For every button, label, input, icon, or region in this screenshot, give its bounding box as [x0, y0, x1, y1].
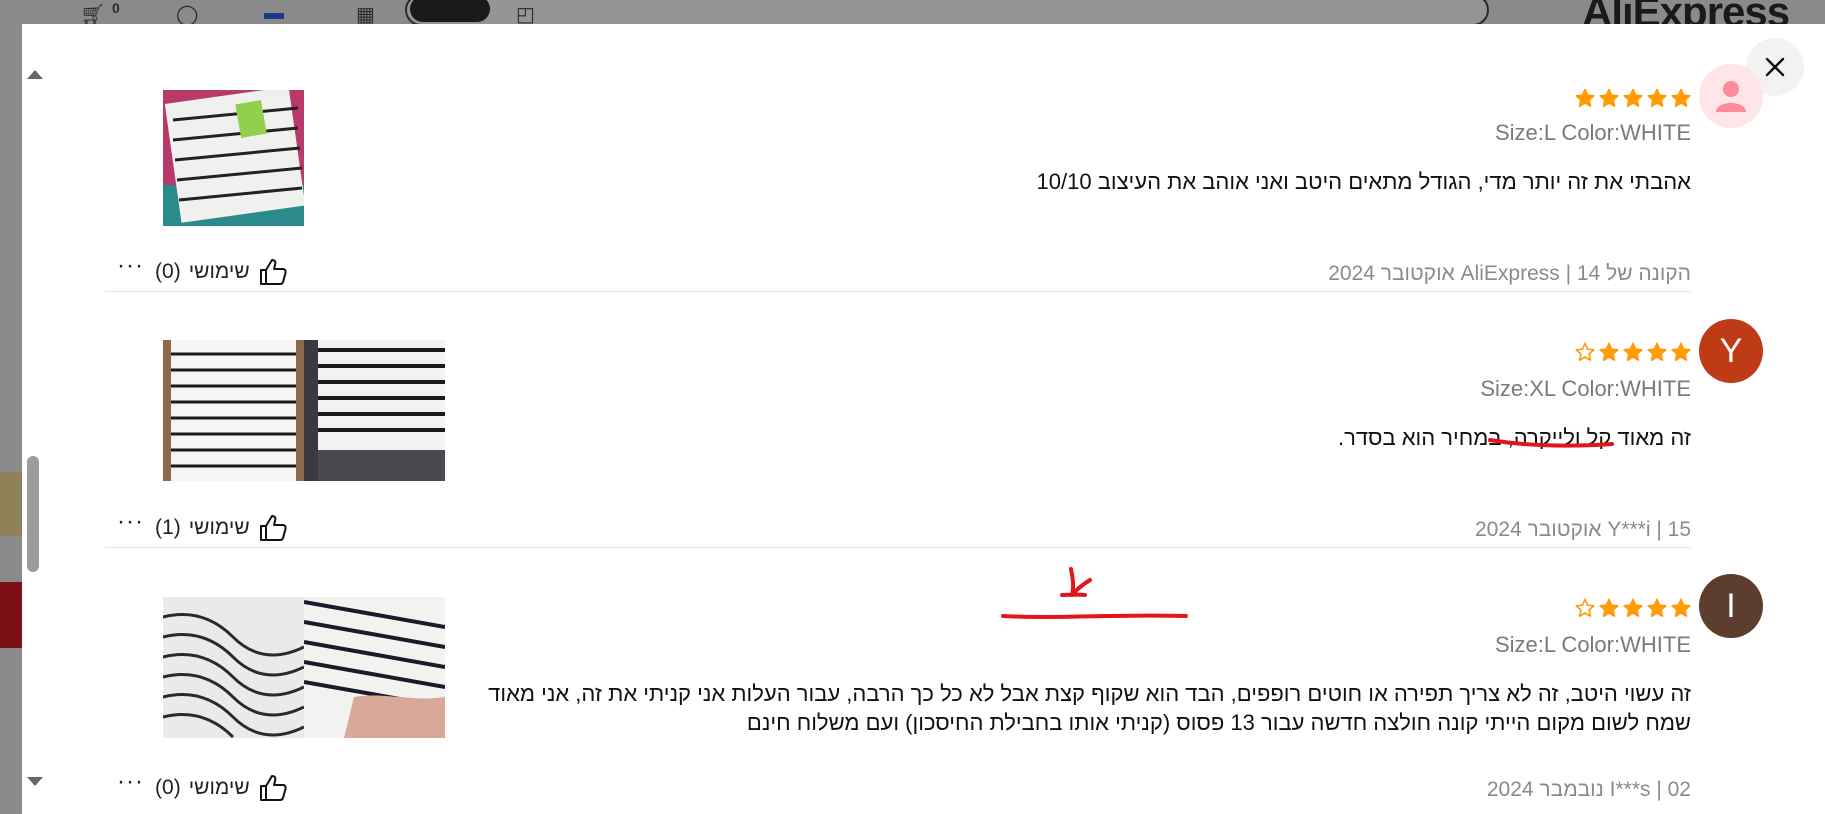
background-buy-button [0, 582, 22, 648]
scrollbar[interactable] [22, 64, 46, 814]
star-empty-icon [1575, 598, 1595, 618]
star-empty-icon [1575, 342, 1595, 362]
background-banner [0, 472, 22, 536]
review-item: I Size:L Color:WHITE זה עשוי היטב, זה לא… [105, 548, 1763, 814]
star-filled-icon [1599, 88, 1619, 108]
helpful-label: שימושי [188, 516, 250, 539]
review-photo[interactable] [163, 597, 304, 738]
thumbs-up-icon [259, 775, 287, 801]
more-options-icon[interactable]: ··· [117, 768, 144, 796]
helpful-button[interactable]: שימושי (0) [155, 257, 288, 287]
star-filled-icon [1599, 598, 1619, 618]
star-filled-icon [1623, 88, 1643, 108]
review-text: אהבתי את זה יותר מדי, הגודל מתאים היטב ו… [1036, 169, 1691, 194]
star-filled-icon [1647, 598, 1667, 618]
reviews-modal: Size:L Color:WHITE אהבתי את זה יותר מדי,… [22, 24, 1825, 814]
thumbs-up-icon [259, 259, 287, 285]
review-text: זה מאוד קל ולייקרה, במחיר הוא בסדר. [1337, 425, 1691, 450]
background-header: 🛒︎ 0 ◯ ▬ ▦ ◰ AliExpress [0, 0, 1825, 35]
review-photo[interactable] [163, 340, 304, 481]
star-rating [1575, 598, 1691, 618]
star-filled-icon [1671, 342, 1691, 362]
review-variant: Size:L Color:WHITE [1494, 120, 1691, 145]
avatar [1699, 64, 1763, 128]
review-photo[interactable] [304, 340, 445, 481]
scroll-down-arrow[interactable] [27, 777, 43, 786]
review-photo[interactable] [304, 597, 445, 738]
star-rating [1575, 88, 1691, 108]
cart-count: 0 [112, 0, 120, 16]
star-filled-icon [1671, 598, 1691, 618]
star-filled-icon [1647, 342, 1667, 362]
helpful-count: (0) [155, 260, 181, 283]
avatar: Y [1699, 319, 1763, 383]
helpful-count: (1) [155, 516, 181, 539]
scrollbar-thumb[interactable] [27, 456, 39, 572]
review-meta: Y***i | 15 אוקטובר 2024 [1474, 518, 1691, 541]
language-flag-icon: ▬ [264, 2, 284, 24]
scroll-up-arrow[interactable] [27, 70, 43, 79]
helpful-count: (0) [155, 776, 181, 799]
helpful-button[interactable]: שימושי (1) [155, 513, 288, 543]
review-meta: הקונה של AliExpress | 14 אוקטובר 2024 [1328, 262, 1691, 285]
background-page-edge [0, 24, 22, 814]
avatar: I [1699, 574, 1763, 638]
star-filled-icon [1647, 88, 1667, 108]
more-options-icon[interactable]: ··· [117, 508, 144, 536]
star-filled-icon [1623, 598, 1643, 618]
close-icon [1765, 57, 1785, 77]
review-variant: Size:L Color:WHITE [1494, 632, 1691, 657]
background-search-button [410, 0, 490, 22]
more-options-icon[interactable]: ··· [117, 252, 144, 280]
star-rating [1575, 342, 1691, 362]
helpful-label: שימושי [188, 260, 250, 283]
star-filled-icon [1671, 88, 1691, 108]
review-item: Y Size:XL Color:WHITE זה מאוד קל ולייקרה… [105, 292, 1763, 548]
review-text: זה עשוי היטב, זה לא צריך תפירה או חוטים … [488, 681, 1691, 735]
review-photo[interactable] [163, 90, 304, 231]
background-search-bar [405, 0, 1489, 26]
helpful-button[interactable]: שימושי (0) [155, 773, 288, 803]
star-filled-icon [1599, 342, 1619, 362]
helpful-label: שימושי [188, 776, 250, 799]
review-variant: Size:XL Color:WHITE [1480, 376, 1691, 401]
star-filled-icon [1575, 88, 1595, 108]
star-filled-icon [1623, 342, 1643, 362]
thumbs-up-icon [259, 515, 287, 541]
user-placeholder-icon [1716, 81, 1746, 112]
review-item: Size:L Color:WHITE אהבתי את זה יותר מדי,… [105, 52, 1763, 292]
review-meta: I***s | 02 נובמבר 2024 [1486, 778, 1691, 801]
